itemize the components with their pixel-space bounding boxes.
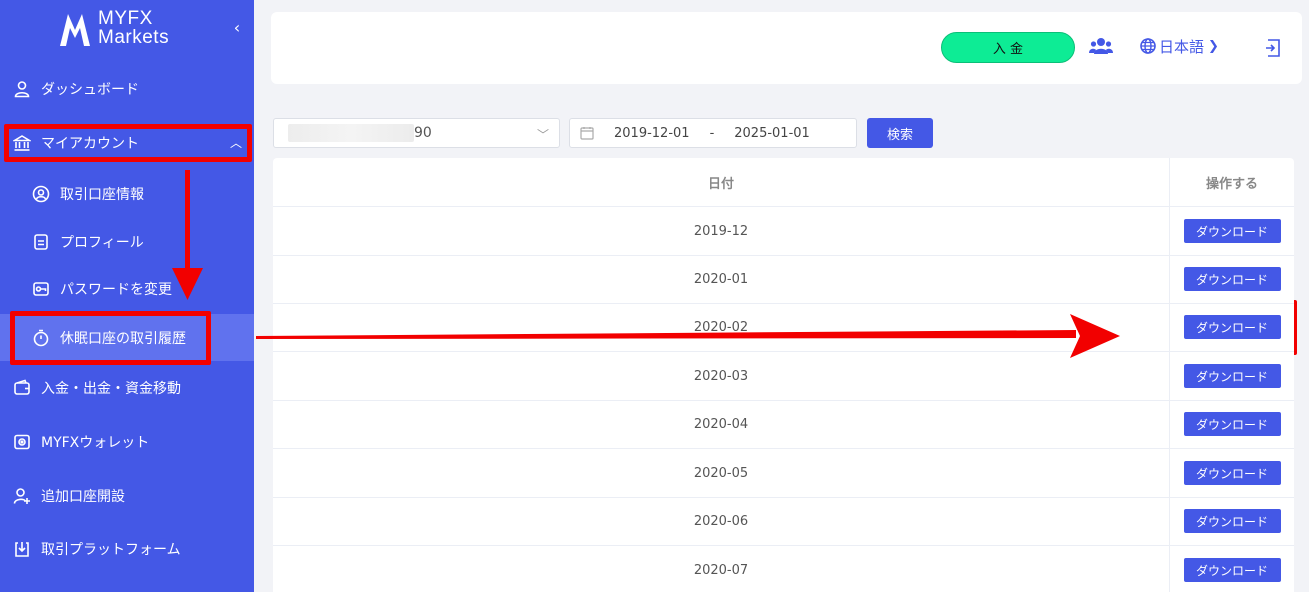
download-button[interactable]: ダウンロード bbox=[1183, 509, 1281, 533]
redacted-account-number bbox=[288, 124, 414, 142]
download-button[interactable]: ダウンロード bbox=[1183, 315, 1281, 339]
user-add-icon bbox=[12, 486, 32, 506]
language-label: 日本語 bbox=[1159, 37, 1205, 56]
search-button[interactable]: 検索 bbox=[867, 118, 933, 148]
wallet-icon bbox=[12, 378, 32, 398]
globe-icon bbox=[1140, 38, 1156, 54]
date-start-input[interactable]: 2019-12-01 bbox=[614, 126, 690, 141]
sidebar: MYFX Markets ‹ ダッシュボード マイアカウント ︿ 取引口座情報 … bbox=[0, 0, 254, 592]
statement-table: 日付 操作する 2019-12 ダウンロード 2020-01 ダウンロード 20… bbox=[273, 158, 1294, 592]
sidebar-item-deposit-withdraw-transfer[interactable]: 入金・出金・資金移動 bbox=[0, 368, 254, 408]
sidebar-item-open-additional-account[interactable]: 追加口座開設 bbox=[0, 476, 254, 516]
sidebar-item-label: 取引口座情報 bbox=[60, 187, 144, 203]
download-button[interactable]: ダウンロード bbox=[1183, 558, 1281, 582]
row-date: 2019-12 bbox=[693, 223, 749, 239]
sidebar-item-dormant-account-history[interactable]: 休眠口座の取引履歴 bbox=[0, 314, 254, 361]
sidebar-item-label: 取引プラットフォーム bbox=[41, 542, 181, 558]
sidebar-item-label: 休眠口座の取引履歴 bbox=[60, 330, 186, 347]
logo-mark-icon bbox=[60, 14, 90, 46]
row-date: 2020-06 bbox=[693, 513, 749, 529]
table-row: 2020-02 ダウンロード bbox=[273, 303, 1294, 352]
key-icon bbox=[31, 279, 51, 299]
user-icon bbox=[12, 79, 32, 99]
users-icon[interactable] bbox=[1089, 35, 1113, 57]
table-row: 2020-06 ダウンロード bbox=[273, 497, 1294, 546]
user-circle-icon bbox=[31, 184, 51, 204]
row-date: 2020-03 bbox=[693, 368, 749, 384]
row-date: 2020-05 bbox=[693, 465, 749, 481]
sidebar-item-label: プロフィール bbox=[60, 235, 144, 251]
chevron-down-icon: ﹀ bbox=[536, 128, 549, 142]
chevron-down-icon: ❯ bbox=[1208, 38, 1219, 54]
column-header-date: 日付 bbox=[707, 176, 734, 192]
download-button[interactable]: ダウンロード bbox=[1183, 364, 1281, 388]
sidebar-item-change-password[interactable]: パスワードを変更 bbox=[0, 269, 254, 309]
sidebar-item-label: マイアカウント bbox=[41, 136, 139, 152]
column-header-action: 操作する bbox=[1169, 158, 1294, 206]
date-separator: - bbox=[709, 125, 715, 141]
account-number-suffix: 90 bbox=[414, 125, 432, 141]
download-button[interactable]: ダウンロード bbox=[1183, 461, 1281, 485]
row-date: 2020-07 bbox=[693, 562, 749, 578]
safe-icon bbox=[12, 432, 32, 452]
download-button[interactable]: ダウンロード bbox=[1183, 219, 1281, 243]
row-date: 2020-02 bbox=[693, 319, 749, 335]
row-date: 2020-01 bbox=[693, 271, 749, 287]
table-row: 2020-04 ダウンロード bbox=[273, 400, 1294, 449]
sidebar-item-profile[interactable]: プロフィール bbox=[0, 222, 254, 262]
download-button[interactable]: ダウンロード bbox=[1183, 412, 1281, 436]
brand-name: MYFX Markets bbox=[98, 8, 170, 48]
table-row: 2020-07 ダウンロード bbox=[273, 546, 1294, 592]
sidebar-item-dashboard[interactable]: ダッシュボード bbox=[0, 69, 254, 109]
download-icon bbox=[12, 539, 32, 559]
row-date: 2020-04 bbox=[693, 416, 749, 432]
sidebar-item-label: MYFXウォレット bbox=[41, 435, 150, 451]
document-icon bbox=[31, 232, 51, 252]
sidebar-item-label: 追加口座開設 bbox=[41, 489, 125, 505]
sidebar-item-trading-platform[interactable]: 取引プラットフォーム bbox=[0, 529, 254, 569]
logout-icon[interactable] bbox=[1265, 39, 1281, 57]
stopwatch-icon bbox=[31, 328, 51, 348]
sidebar-item-label: ダッシュボード bbox=[41, 82, 139, 98]
brand-logo[interactable]: MYFX Markets bbox=[58, 6, 198, 50]
date-end-input[interactable]: 2025-01-01 bbox=[734, 126, 810, 141]
top-header: 入 金 日本語 ❯ bbox=[271, 12, 1302, 84]
deposit-button[interactable]: 入 金 bbox=[941, 32, 1075, 63]
chevron-left-icon[interactable]: ‹ bbox=[229, 18, 245, 37]
sidebar-item-label: パスワードを変更 bbox=[60, 282, 172, 298]
chevron-up-icon: ︿ bbox=[229, 136, 242, 150]
table-header: 日付 操作する bbox=[273, 158, 1294, 207]
calendar-icon bbox=[580, 127, 594, 140]
table-row: 2020-05 ダウンロード bbox=[273, 449, 1294, 498]
table-row: 2019-12 ダウンロード bbox=[273, 207, 1294, 256]
language-selector[interactable]: 日本語 ❯ bbox=[1140, 35, 1219, 57]
sidebar-item-label: 入金・出金・資金移動 bbox=[41, 381, 181, 397]
bank-icon bbox=[12, 133, 32, 153]
table-row: 2020-01 ダウンロード bbox=[273, 255, 1294, 304]
sidebar-item-myfx-wallet[interactable]: MYFXウォレット bbox=[0, 422, 254, 462]
download-button[interactable]: ダウンロード bbox=[1183, 267, 1281, 291]
sidebar-item-trading-account-info[interactable]: 取引口座情報 bbox=[0, 174, 254, 214]
sidebar-item-my-account[interactable]: マイアカウント ︿ bbox=[0, 123, 254, 163]
account-select[interactable]: 90 ﹀ bbox=[273, 118, 560, 148]
date-range-picker[interactable]: 2019-12-01 - 2025-01-01 bbox=[569, 118, 857, 148]
table-row: 2020-03 ダウンロード bbox=[273, 352, 1294, 401]
